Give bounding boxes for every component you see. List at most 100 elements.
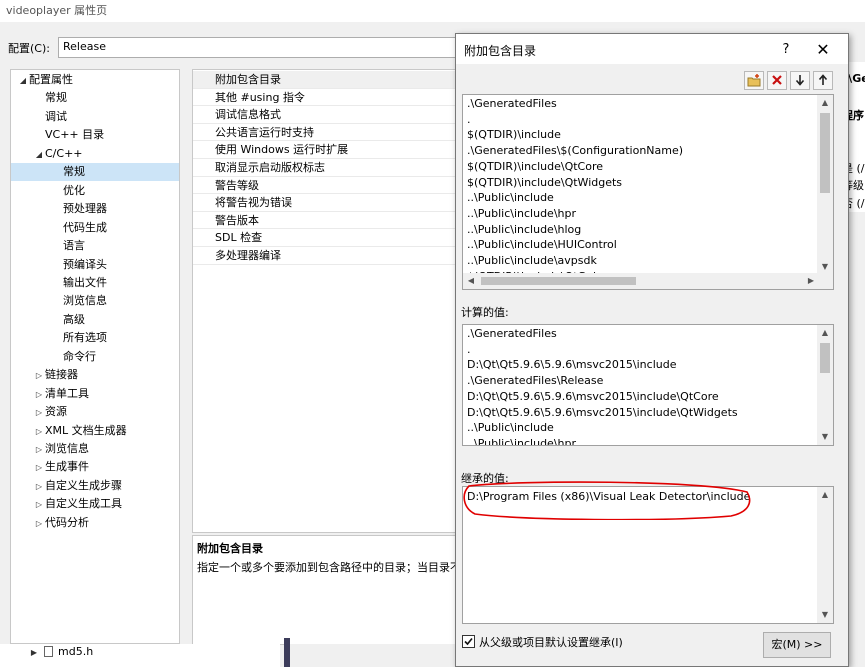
tree-item[interactable]: 预处理器 bbox=[11, 200, 179, 218]
computed-vscroll[interactable]: ▲ ▼ bbox=[817, 325, 833, 445]
tree-item[interactable]: 优化 bbox=[11, 182, 179, 200]
collapsed-arrow-icon[interactable]: ▷ bbox=[33, 496, 45, 514]
tree-item[interactable]: ◢ C/C++ bbox=[11, 145, 179, 163]
move-up-button[interactable] bbox=[813, 71, 833, 90]
property-row[interactable]: 调试信息格式 bbox=[193, 106, 456, 124]
property-tree[interactable]: ◢ 配置属性 常规 调试 VC++ 目录 ◢ C/C++ 常规 优化 预处理器 代码生成 语言 预编译头… bbox=[10, 69, 180, 644]
scroll-up-icon[interactable]: ▲ bbox=[817, 325, 833, 341]
tree-item[interactable]: 常规 bbox=[11, 89, 179, 107]
list-item[interactable]: $(QTDIR)\include bbox=[467, 127, 561, 143]
list-item[interactable]: ..\Public\include\hlog bbox=[467, 222, 581, 238]
property-row[interactable]: 其他 #using 指令 bbox=[193, 89, 456, 107]
list-item[interactable]: .\GeneratedFiles\$(ConfigurationName) bbox=[467, 143, 683, 159]
property-row[interactable]: 取消显示启动版权标志 bbox=[193, 159, 456, 177]
collapsed-arrow-icon[interactable]: ▷ bbox=[33, 441, 45, 459]
list-item[interactable]: .\GeneratedFiles bbox=[467, 96, 557, 112]
tree-item[interactable]: 调试 bbox=[11, 108, 179, 126]
solution-file-row[interactable]: ▶ md5.h bbox=[28, 645, 93, 658]
collapsed-arrow-icon[interactable]: ▷ bbox=[33, 459, 45, 477]
tree-item[interactable]: 常规 bbox=[11, 163, 179, 182]
list-item[interactable]: D:\Qt\Qt5.9.6\5.9.6\msvc2015\include\QtW… bbox=[467, 405, 738, 421]
inherit-checkbox-row[interactable]: 从父级或项目默认设置继承(I) bbox=[462, 634, 623, 650]
scroll-thumb[interactable] bbox=[481, 277, 636, 285]
directories-vscroll[interactable]: ▲ ▼ bbox=[817, 95, 833, 275]
tree-item[interactable]: ▷ 链接器 bbox=[11, 366, 179, 384]
collapsed-arrow-icon[interactable]: ▷ bbox=[33, 386, 45, 404]
directories-hscroll[interactable]: ◀ ▶ bbox=[463, 273, 819, 289]
close-button[interactable]: ✕ bbox=[812, 39, 834, 61]
list-item[interactable]: D:\Qt\Qt5.9.6\5.9.6\msvc2015\include bbox=[467, 357, 676, 373]
list-item[interactable]: .\GeneratedFiles bbox=[467, 326, 557, 342]
tree-item[interactable]: ◢ 配置属性 bbox=[11, 71, 179, 89]
tree-item[interactable]: 输出文件 bbox=[11, 274, 179, 292]
computed-values-list[interactable]: ..\Public\include\hpr ..\Public\include D:… bbox=[462, 324, 834, 446]
collapsed-arrow-icon[interactable]: ▷ bbox=[33, 478, 45, 496]
help-button[interactable]: ? bbox=[776, 40, 796, 60]
collapsed-arrow-icon[interactable]: ▷ bbox=[33, 367, 45, 385]
list-item[interactable]: $(QTDIR)\include\QtWidgets bbox=[467, 175, 622, 191]
inherited-values-list[interactable]: D:\Program Files (x86)\Visual Leak Detec… bbox=[462, 486, 834, 624]
list-item[interactable]: $(QTDIR)\include\QtCore bbox=[467, 159, 603, 175]
tree-item[interactable]: 代码生成 bbox=[11, 219, 179, 237]
macro-button[interactable]: 宏(M) >> bbox=[763, 632, 831, 658]
list-item[interactable]: ..\Public\include\hpr bbox=[467, 436, 576, 445]
tree-item[interactable]: 预编译头 bbox=[11, 256, 179, 274]
property-row[interactable]: 附加包含目录 bbox=[193, 71, 456, 89]
property-row[interactable]: 警告等级 bbox=[193, 177, 456, 195]
list-item[interactable]: ..\Public\include bbox=[467, 190, 554, 206]
list-item[interactable]: .\GeneratedFiles\Release bbox=[467, 373, 603, 389]
delete-button[interactable] bbox=[767, 71, 787, 90]
list-item[interactable]: D:\Qt\Qt5.9.6\5.9.6\msvc2015\include\QtC… bbox=[467, 389, 719, 405]
tree-item[interactable]: 所有选项 bbox=[11, 329, 179, 347]
inherit-checkbox[interactable] bbox=[462, 635, 475, 648]
tree-item-label: 语言 bbox=[63, 239, 85, 253]
tree-item[interactable]: ▷ 资源 bbox=[11, 403, 179, 421]
tree-item[interactable]: ▷ 自定义生成步骤 bbox=[11, 477, 179, 495]
list-item[interactable]: ..\Public\include\hpr bbox=[467, 206, 576, 222]
tree-item[interactable]: ▷ 自定义生成工具 bbox=[11, 495, 179, 513]
tree-item[interactable]: 高级 bbox=[11, 311, 179, 329]
collapsed-arrow-icon[interactable]: ▷ bbox=[33, 423, 45, 441]
expanded-arrow-icon[interactable]: ◢ bbox=[17, 72, 29, 90]
move-down-button[interactable] bbox=[790, 71, 810, 90]
property-row[interactable]: 将警告视为错误 bbox=[193, 194, 456, 212]
tree-item[interactable]: 语言 bbox=[11, 237, 179, 255]
new-folder-button[interactable] bbox=[744, 71, 764, 90]
list-item[interactable]: . bbox=[467, 112, 471, 128]
expanded-arrow-icon[interactable]: ◢ bbox=[33, 146, 45, 164]
list-item[interactable]: . bbox=[467, 342, 471, 358]
list-item[interactable]: ..\Public\include\HUIControl bbox=[467, 237, 617, 253]
tree-item[interactable]: ▷ 清单工具 bbox=[11, 385, 179, 403]
tree-item-label: 浏览信息 bbox=[45, 442, 89, 455]
directories-list[interactable]: $(QTDIR)\include\QtGui..\Public\include\… bbox=[462, 94, 834, 290]
tree-item[interactable]: VC++ 目录 bbox=[11, 126, 179, 144]
tree-item[interactable]: ▷ 代码分析 bbox=[11, 514, 179, 532]
scroll-thumb[interactable] bbox=[820, 343, 830, 373]
property-row[interactable]: 多处理器编译 bbox=[193, 247, 456, 265]
tree-item[interactable]: 浏览信息 bbox=[11, 292, 179, 310]
property-list[interactable]: 附加包含目录 其他 #using 指令 调试信息格式 公共语言运行时支持 使用 Wind… bbox=[192, 69, 457, 533]
tree-item[interactable]: ▷ XML 文档生成器 bbox=[11, 422, 179, 440]
property-row[interactable]: SDL 检查 bbox=[193, 229, 456, 247]
scroll-left-icon[interactable]: ◀ bbox=[463, 273, 479, 289]
property-row[interactable]: 公共语言运行时支持 bbox=[193, 124, 456, 142]
scroll-down-icon[interactable]: ▼ bbox=[817, 429, 833, 445]
scroll-down-icon[interactable]: ▼ bbox=[817, 607, 833, 623]
scroll-up-icon[interactable]: ▲ bbox=[817, 487, 833, 503]
tree-item[interactable]: ▷ 生成事件 bbox=[11, 458, 179, 476]
list-item[interactable]: D:\Program Files (x86)\Visual Leak Detec… bbox=[467, 489, 750, 505]
description-title: 附加包含目录 bbox=[197, 542, 263, 555]
collapsed-arrow-icon[interactable]: ▷ bbox=[33, 404, 45, 422]
tree-item[interactable]: ▷ 浏览信息 bbox=[11, 440, 179, 458]
inherited-vscroll[interactable]: ▲ ▼ bbox=[817, 487, 833, 623]
list-item[interactable]: ..\Public\include\avpsdk bbox=[467, 253, 597, 269]
property-row[interactable]: 使用 Windows 运行时扩展 bbox=[193, 141, 456, 159]
tree-item[interactable]: 命令行 bbox=[11, 348, 179, 366]
config-select[interactable]: Release bbox=[58, 37, 458, 58]
scroll-thumb[interactable] bbox=[820, 113, 830, 193]
collapsed-arrow-icon[interactable]: ▷ bbox=[33, 515, 45, 533]
property-row[interactable]: 警告版本 bbox=[193, 212, 456, 230]
scroll-up-icon[interactable]: ▲ bbox=[817, 95, 833, 111]
list-item[interactable]: ..\Public\include bbox=[467, 420, 554, 436]
tree-item-label: 预编译头 bbox=[63, 257, 107, 271]
